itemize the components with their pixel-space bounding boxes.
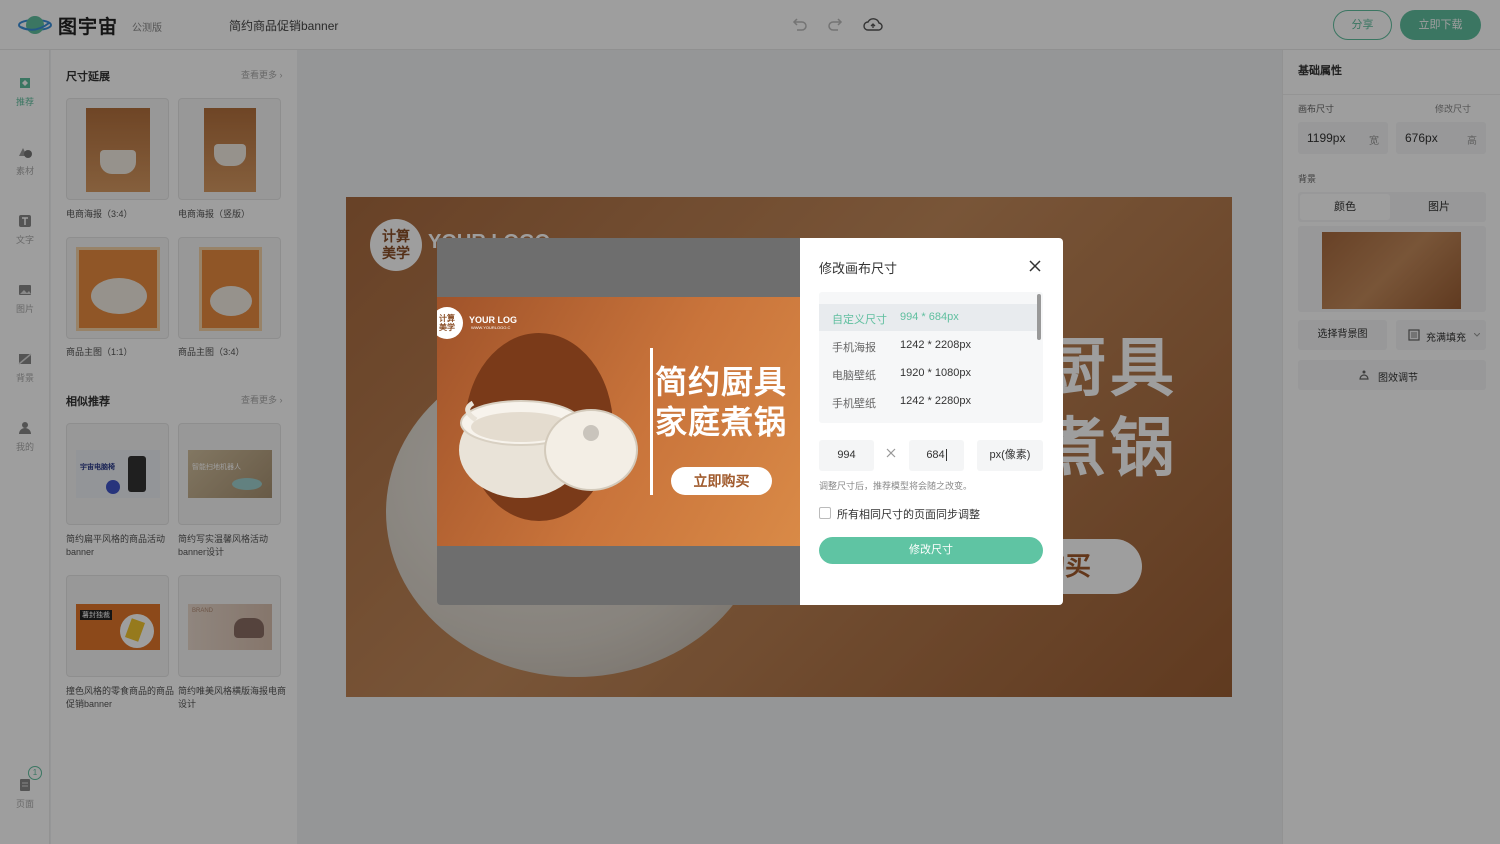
unit-select[interactable]: px(像素) xyxy=(977,440,1043,471)
preview-pot-image xyxy=(459,400,638,498)
size-preset-dims: 1920 * 1080px xyxy=(900,367,971,379)
size-preset-desktop-wallpaper[interactable]: 电脑壁纸 1920 * 1080px xyxy=(819,360,1037,387)
height-input[interactable]: 684 xyxy=(909,440,964,471)
preview-logo-sub: WWW.YOURLOGO.C xyxy=(471,325,511,330)
preview-cta: 立即购买 xyxy=(671,467,772,495)
sync-pages-label[interactable]: 所有相同尺寸的页面同步调整 xyxy=(837,506,980,522)
preview-divider-line xyxy=(650,348,653,495)
apply-resize-button[interactable]: 修改尺寸 xyxy=(819,537,1043,564)
resize-canvas-dialog: 修改画布尺寸 自定义尺寸 994 * 684px 手机海报 1242 * 220… xyxy=(800,238,1063,605)
text-caret xyxy=(945,449,947,461)
close-icon[interactable] xyxy=(1028,259,1042,273)
size-preset-name: 手机海报 xyxy=(832,342,876,354)
size-preset-custom[interactable]: 自定义尺寸 994 * 684px xyxy=(819,304,1037,331)
size-preset-phone-wallpaper[interactable]: 手机壁纸 1242 * 2280px xyxy=(819,388,1037,415)
size-preset-phone-poster[interactable]: 手机海报 1242 * 2208px xyxy=(819,332,1037,359)
height-input-value: 684 xyxy=(926,449,945,461)
resize-preview-image: 计算 美学 YOUR LOG WWW.YOURLOGO.C 简约厨具 家庭煮锅 … xyxy=(437,297,800,546)
size-preset-name: 自定义尺寸 xyxy=(832,314,887,326)
resize-hint: 调整尺寸后，推荐模型将会随之改变。 xyxy=(819,481,973,491)
sync-pages-checkbox[interactable] xyxy=(819,507,831,519)
size-preset-dims: 1242 * 2208px xyxy=(900,339,971,351)
preview-logo-text: YOUR LOG xyxy=(469,315,518,325)
dialog-title: 修改画布尺寸 xyxy=(819,261,898,276)
preview-headline-2: 家庭煮锅 xyxy=(655,404,788,440)
size-list-scrollbar[interactable] xyxy=(1037,294,1041,340)
size-preset-name: 手机壁纸 xyxy=(832,398,876,410)
width-input[interactable]: 994 xyxy=(819,440,874,471)
size-preset-name: 电脑壁纸 xyxy=(832,370,876,382)
multiply-icon xyxy=(886,448,896,458)
size-preset-dims: 994 * 684px xyxy=(900,311,959,323)
size-preset-dims: 1242 * 2280px xyxy=(900,395,971,407)
preview-logo-line1: 计算 xyxy=(439,314,455,323)
size-preset-list[interactable]: 自定义尺寸 994 * 684px 手机海报 1242 * 2208px 电脑壁… xyxy=(819,292,1043,423)
preview-logo-badge: 计算 美学 xyxy=(437,307,463,339)
preview-logo-line2: 美学 xyxy=(439,323,455,332)
